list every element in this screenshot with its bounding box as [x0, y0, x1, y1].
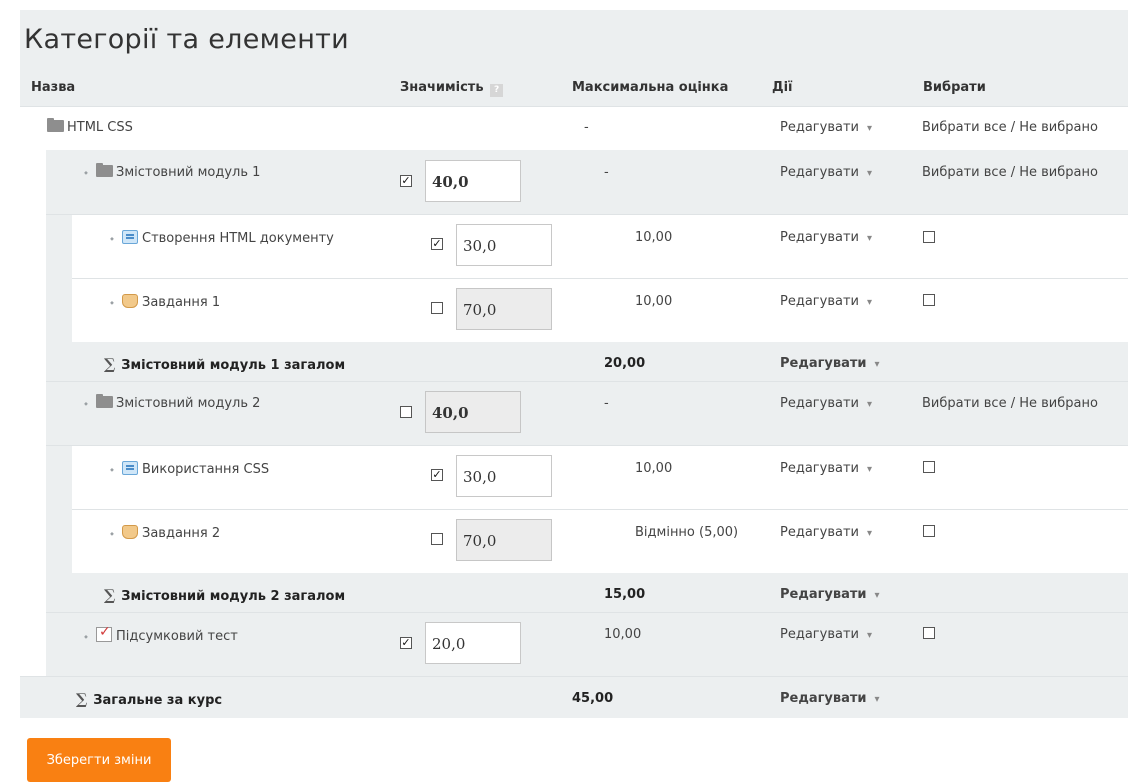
edit-menu-item[interactable]: Редагувати ▾: [780, 230, 872, 245]
chevron-down-icon: ▾: [866, 399, 872, 410]
weight-override-checkbox[interactable]: ✓: [431, 469, 443, 481]
grade-item-name: ⬩ Завдання 2: [106, 525, 220, 541]
chevron-down-icon: ▾: [874, 359, 880, 370]
weight-override-checkbox[interactable]: [431, 533, 443, 545]
max-grade: 10,00: [635, 294, 673, 309]
weight-input[interactable]: 70,0: [456, 288, 552, 330]
chevron-down-icon: ▾: [866, 233, 872, 244]
weight-override-checkbox[interactable]: ✓: [400, 637, 412, 649]
category-name-module1: ⬩ Змістовний модуль 1: [80, 163, 260, 180]
max-grade: -: [604, 396, 609, 411]
folder-icon: [96, 394, 113, 408]
max-grade: Відмінно (5,00): [635, 525, 739, 540]
weight-input[interactable]: 20,0: [425, 622, 521, 664]
column-header-name: Назва: [31, 80, 76, 95]
edit-menu-total[interactable]: Редагувати ▾: [780, 691, 880, 706]
move-icon[interactable]: ⬩: [106, 297, 118, 309]
category-total-name: ∑ Змістовний модуль 2 загалом: [104, 586, 346, 604]
course-total-name: ∑ Загальне за курс: [76, 690, 223, 708]
max-grade: 20,00: [604, 356, 646, 371]
sigma-icon: ∑: [76, 690, 88, 708]
chevron-down-icon: ▾: [874, 590, 880, 601]
select-all-link[interactable]: Вибрати все / Не вибрано: [922, 396, 1098, 411]
weight-input[interactable]: 30,0: [456, 455, 552, 497]
grade-item-name: ⬩ Використання CSS: [106, 461, 269, 477]
select-all-link[interactable]: Вибрати все / Не вибрано: [922, 165, 1098, 180]
move-icon[interactable]: ⬩: [106, 233, 118, 245]
folder-icon: [96, 163, 113, 177]
weight-input[interactable]: 40,0: [425, 160, 521, 202]
max-grade: -: [604, 165, 609, 180]
chevron-down-icon: ▾: [866, 168, 872, 179]
weight-override-checkbox[interactable]: ✓: [400, 175, 412, 187]
column-header-actions: Дії: [772, 80, 793, 95]
edit-menu-total[interactable]: Редагувати ▾: [780, 356, 880, 371]
weight-override-checkbox[interactable]: [400, 406, 412, 418]
chevron-down-icon: ▾: [866, 528, 872, 539]
select-checkbox[interactable]: [923, 627, 935, 639]
page-title: Категорії та елементи: [24, 24, 350, 55]
weight-input[interactable]: 70,0: [456, 519, 552, 561]
column-header-max: Максимальна оцінка: [572, 80, 729, 95]
move-icon[interactable]: ⬩: [80, 167, 92, 179]
grade-item-name: ⬩ Завдання 1: [106, 294, 220, 310]
weight-input[interactable]: 40,0: [425, 391, 521, 433]
move-icon[interactable]: ⬩: [106, 528, 118, 540]
select-all-link[interactable]: Вибрати все / Не вибрано: [922, 120, 1098, 135]
edit-menu-course[interactable]: Редагувати ▾: [780, 120, 872, 135]
chevron-down-icon: ▾: [866, 464, 872, 475]
sigma-icon: ∑: [104, 355, 116, 373]
chevron-down-icon: ▾: [866, 630, 872, 641]
max-grade: 10,00: [604, 627, 642, 642]
save-changes-button[interactable]: Зберегти зміни: [27, 738, 171, 782]
weight-override-checkbox[interactable]: ✓: [431, 238, 443, 250]
folder-icon: [47, 118, 64, 132]
edit-menu-module1[interactable]: Редагувати ▾: [780, 165, 872, 180]
chevron-down-icon: ▾: [866, 297, 872, 308]
max-grade: 10,00: [635, 461, 673, 476]
select-checkbox[interactable]: [923, 231, 935, 243]
column-header-weight: Значимість ?: [400, 80, 504, 97]
max-grade: 15,00: [604, 587, 646, 602]
move-icon[interactable]: ⬩: [80, 631, 92, 643]
grade-item-name: ⬩ Створення HTML документу: [106, 230, 334, 246]
edit-menu-item[interactable]: Редагувати ▾: [780, 627, 872, 642]
assignment-icon: [122, 230, 138, 244]
task-icon: [122, 294, 138, 308]
select-checkbox[interactable]: [923, 525, 935, 537]
edit-menu-item[interactable]: Редагувати ▾: [780, 294, 872, 309]
select-checkbox[interactable]: [923, 294, 935, 306]
chevron-down-icon: ▾: [866, 123, 872, 134]
sigma-icon: ∑: [104, 586, 116, 604]
grade-item-name: ⬩Підсумковий тест: [80, 624, 238, 644]
column-header-select: Вибрати: [923, 80, 986, 95]
max-grade: -: [584, 120, 589, 135]
edit-menu-item[interactable]: Редагувати ▾: [780, 461, 872, 476]
task-icon: [122, 525, 138, 539]
edit-menu-item[interactable]: Редагувати ▾: [780, 525, 872, 540]
select-checkbox[interactable]: [923, 461, 935, 473]
weight-input[interactable]: 30,0: [456, 224, 552, 266]
assignment-icon: [122, 461, 138, 475]
move-icon[interactable]: ⬩: [106, 464, 118, 476]
chevron-down-icon: ▾: [874, 694, 880, 705]
edit-menu-module2[interactable]: Редагувати ▾: [780, 396, 872, 411]
category-name-course: HTML CSS: [47, 118, 133, 135]
move-icon[interactable]: ⬩: [80, 398, 92, 410]
edit-menu-total[interactable]: Редагувати ▾: [780, 587, 880, 602]
quiz-icon: [96, 624, 112, 642]
max-grade: 45,00: [572, 691, 614, 706]
category-name-module2: ⬩ Змістовний модуль 2: [80, 394, 260, 411]
weight-override-checkbox[interactable]: [431, 302, 443, 314]
max-grade: 10,00: [635, 230, 673, 245]
help-icon[interactable]: ?: [490, 84, 504, 97]
category-total-name: ∑ Змістовний модуль 1 загалом: [104, 355, 346, 373]
